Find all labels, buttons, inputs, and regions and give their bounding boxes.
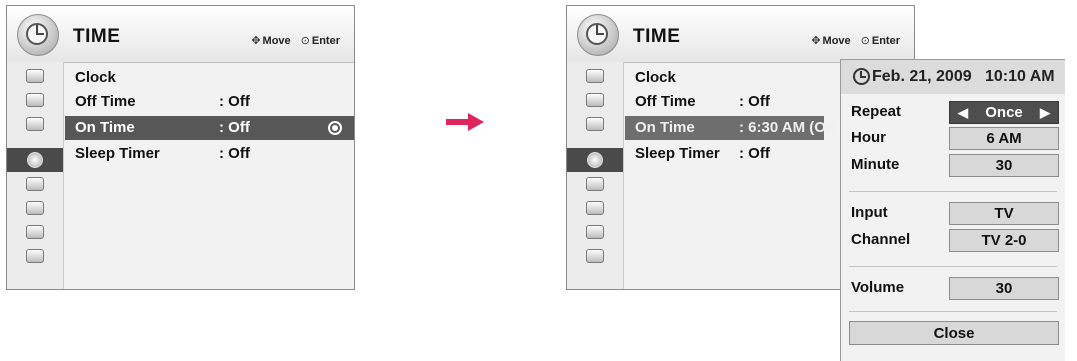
- hint-move: Move: [822, 35, 851, 47]
- arrow-left-icon[interactable]: ◀: [958, 102, 968, 124]
- volume-field[interactable]: 30: [949, 277, 1059, 300]
- clock-icon: [853, 68, 870, 85]
- lock-icon[interactable]: [7, 196, 63, 220]
- hour-row: Hour 6 AM: [841, 126, 1065, 152]
- enter-radio-icon: [328, 121, 342, 135]
- on-time-popup: Feb. 21, 2009 10:10 AM Repeat ◀ Once ▶ H…: [840, 59, 1065, 361]
- network-icon[interactable]: [567, 220, 623, 244]
- audio-icon[interactable]: [7, 112, 63, 136]
- channel-field[interactable]: TV 2-0: [949, 229, 1059, 252]
- menu-title: TIME: [633, 26, 681, 47]
- hour-field[interactable]: 6 AM: [949, 127, 1059, 150]
- picture-icon[interactable]: [7, 64, 63, 88]
- repeat-label: Repeat: [851, 103, 902, 120]
- divider: [849, 191, 1057, 192]
- channel-row: Channel TV 2-0: [841, 228, 1065, 254]
- input-icon[interactable]: [567, 244, 623, 268]
- volume-row: Volume 30: [841, 276, 1065, 302]
- picture-icon[interactable]: [567, 64, 623, 88]
- minute-row: Minute 30: [841, 153, 1065, 179]
- move-icon: ✥: [811, 35, 821, 47]
- minute-label: Minute: [851, 156, 900, 173]
- nav-hints: ✥ Move ⊙ Enter: [811, 34, 900, 47]
- input-icon[interactable]: [7, 244, 63, 268]
- hint-enter: Enter: [311, 35, 340, 47]
- repeat-value: Once: [985, 104, 1023, 121]
- hint-enter: Enter: [871, 35, 900, 47]
- menu-header: TIME ✥ Move ⊙ Enter: [567, 6, 914, 63]
- right-arrow-icon: [446, 113, 484, 131]
- menu-item-on-time[interactable]: On Time : 6:30 AM (On: [625, 116, 835, 140]
- divider: [849, 266, 1057, 267]
- current-date: Feb. 21, 2009: [872, 68, 972, 85]
- option-icon[interactable]: [7, 172, 63, 196]
- enter-icon: ⊙: [860, 35, 870, 47]
- time-icon[interactable]: [7, 148, 63, 172]
- category-sidebar: [567, 62, 624, 289]
- network-icon[interactable]: [7, 220, 63, 244]
- current-time: 10:10 AM: [984, 68, 1055, 85]
- time-menu-before: TIME ✥ Move ⊙ Enter Clock Off Time : Off On…: [6, 5, 355, 290]
- screen-icon[interactable]: [7, 88, 63, 112]
- menu-item-on-time[interactable]: On Time : Off: [65, 116, 354, 140]
- repeat-row: Repeat ◀ Once ▶: [841, 100, 1065, 126]
- menu-item-off-time[interactable]: Off Time : Off: [65, 90, 354, 114]
- move-icon: ✥: [251, 35, 261, 47]
- minute-field[interactable]: 30: [949, 154, 1059, 177]
- menu-item-clock[interactable]: Clock: [65, 66, 354, 90]
- input-label: Input: [851, 204, 888, 221]
- hint-move: Move: [262, 35, 291, 47]
- lock-icon[interactable]: [567, 196, 623, 220]
- current-datetime: Feb. 21, 2009 10:10 AM: [841, 60, 1065, 94]
- option-icon[interactable]: [567, 172, 623, 196]
- input-row: Input TV: [841, 201, 1065, 227]
- hour-label: Hour: [851, 129, 886, 146]
- screen-icon[interactable]: [567, 88, 623, 112]
- menu-item-sleep-timer[interactable]: Sleep Timer : Off: [65, 142, 354, 166]
- input-field[interactable]: TV: [949, 202, 1059, 225]
- time-clock-icon: [577, 14, 619, 56]
- menu-title: TIME: [73, 26, 121, 47]
- close-button[interactable]: Close: [849, 321, 1059, 345]
- nav-hints: ✥ Move ⊙ Enter: [251, 34, 340, 47]
- volume-label: Volume: [851, 279, 905, 296]
- menu-header: TIME ✥ Move ⊙ Enter: [7, 6, 354, 63]
- repeat-selector[interactable]: ◀ Once ▶: [949, 101, 1059, 124]
- category-sidebar: [7, 62, 64, 289]
- channel-label: Channel: [851, 231, 911, 248]
- time-clock-icon: [17, 14, 59, 56]
- enter-icon: ⊙: [300, 35, 310, 47]
- divider: [849, 311, 1057, 312]
- time-icon[interactable]: [567, 148, 623, 172]
- audio-icon[interactable]: [567, 112, 623, 136]
- arrow-right-icon[interactable]: ▶: [1040, 102, 1050, 124]
